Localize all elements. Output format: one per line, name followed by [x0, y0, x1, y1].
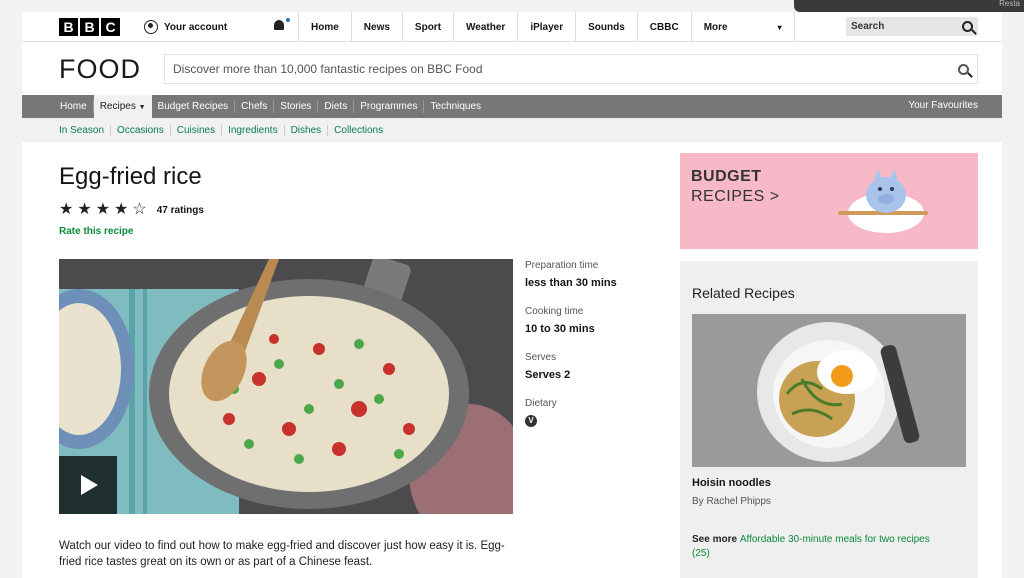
fact-label: Serves: [525, 352, 557, 363]
fact-label: Preparation time: [525, 260, 599, 271]
food-nav-techniques[interactable]: Techniques: [424, 100, 487, 113]
notification-dot: [286, 18, 290, 22]
search-icon[interactable]: [958, 63, 969, 75]
chevron-down-icon: ▾: [777, 22, 782, 32]
global-search-label: Search: [851, 21, 885, 32]
global-nav-home[interactable]: Home: [298, 12, 351, 42]
egg-fried-rice-image: [59, 259, 513, 514]
food-nav-home[interactable]: Home: [54, 100, 94, 113]
main-content: Egg-fried rice ★ ★ ★ ★ ☆ 47 ratings Rate…: [22, 142, 1002, 578]
food-nav: Home Recipes ▼ Budget Recipes Chefs Stor…: [22, 95, 1002, 118]
bbc-logo-letter: B: [59, 18, 78, 36]
bbc-global-bar: B B C Your account Home News Sport Weath…: [22, 12, 1002, 42]
global-nav-weather[interactable]: Weather: [453, 12, 517, 42]
your-favourites-link[interactable]: Your Favourites: [908, 100, 978, 111]
fact-value: less than 30 mins: [525, 277, 617, 289]
food-nav-budget-recipes[interactable]: Budget Recipes: [152, 100, 236, 113]
food-nav-programmes[interactable]: Programmes: [354, 100, 425, 113]
related-recipe-title[interactable]: Hoisin noodles: [692, 477, 771, 489]
ratings-count: 47 ratings: [156, 204, 204, 216]
recipe-facts: Preparation time less than 30 mins Cooki…: [525, 260, 665, 445]
rate-recipe-link[interactable]: Rate this recipe: [59, 226, 133, 237]
sub-nav-dishes[interactable]: Dishes: [285, 124, 329, 136]
global-nav-more[interactable]: More ▾: [690, 12, 795, 42]
see-more-prefix: See more: [692, 534, 738, 545]
recipe-title: Egg-fried rice: [59, 163, 202, 190]
fact-serves: Serves Serves 2: [525, 352, 665, 381]
food-nav-recipes-label: Recipes: [99, 101, 136, 112]
global-nav-sounds[interactable]: Sounds: [575, 12, 637, 42]
star-filled-icon: ★: [59, 201, 74, 218]
global-nav-news[interactable]: News: [350, 12, 402, 42]
fact-cooking-time: Cooking time 10 to 30 mins: [525, 306, 665, 335]
sub-nav-occasions[interactable]: Occasions: [111, 124, 171, 136]
star-filled-icon: ★: [114, 201, 129, 218]
promo-line-1: BUDGET: [691, 168, 762, 185]
food-nav-chefs[interactable]: Chefs: [235, 100, 275, 113]
related-recipe-author[interactable]: By Rachel Phipps: [692, 496, 771, 507]
recipe-video-thumbnail[interactable]: [59, 259, 513, 514]
chevron-down-icon: ▼: [138, 104, 146, 111]
star-filled-icon: ★: [95, 201, 111, 218]
star-empty-icon: ☆: [132, 201, 147, 218]
fact-label: Cooking time: [525, 306, 584, 317]
search-icon[interactable]: [962, 21, 973, 32]
related-recipes-heading: Related Recipes: [692, 285, 795, 301]
fact-dietary: Dietary V: [525, 398, 665, 428]
fact-value: 10 to 30 mins: [525, 323, 595, 335]
hoisin-noodles-image: [692, 314, 966, 467]
play-video-button[interactable]: [59, 456, 117, 514]
more-label: More: [703, 21, 728, 33]
piggy-bank-icon: [838, 169, 928, 233]
global-nav-cbbc[interactable]: CBBC: [636, 12, 691, 42]
food-header: FOOD: [22, 42, 1002, 95]
rating-stars: ★ ★ ★ ★ ☆ 47 ratings: [59, 202, 204, 218]
budget-recipes-promo[interactable]: BUDGET RECIPES >: [680, 153, 978, 249]
bbc-logo-letter: B: [80, 18, 99, 36]
recipe-search-box: [164, 54, 978, 84]
sub-nav-in-season[interactable]: In Season: [59, 124, 112, 136]
notification-bell-icon[interactable]: [274, 18, 290, 32]
promo-line-2: RECIPES >: [691, 188, 780, 205]
global-nav: Home News Sport Weather iPlayer Sounds C…: [298, 12, 795, 42]
food-logo[interactable]: FOOD: [59, 54, 141, 85]
corner-tab-label: Resta: [999, 0, 1020, 8]
browser-corner-tab[interactable]: Resta: [794, 0, 1024, 12]
see-more-text: See more Affordable 30-minute meals for …: [692, 533, 942, 561]
fact-value: Serves 2: [525, 369, 571, 381]
sub-nav-collections[interactable]: Collections: [328, 125, 389, 136]
food-nav-stories[interactable]: Stories: [274, 100, 319, 113]
account-label: Your account: [164, 21, 228, 33]
food-nav-diets[interactable]: Diets: [318, 100, 355, 113]
sub-nav-cuisines[interactable]: Cuisines: [171, 124, 223, 136]
sub-nav: In Season Occasions Cuisines Ingredients…: [22, 118, 1002, 142]
related-recipe-image[interactable]: [692, 314, 966, 467]
global-nav-sport[interactable]: Sport: [401, 12, 453, 42]
related-recipes-panel: Related Recipes Hoisin noodles By Rachel…: [680, 261, 978, 578]
recipe-search-input[interactable]: [173, 62, 933, 76]
global-nav-iplayer[interactable]: iPlayer: [517, 12, 575, 42]
food-nav-recipes[interactable]: Recipes ▼: [93, 95, 152, 118]
vegetarian-icon[interactable]: V: [525, 415, 537, 427]
account-link[interactable]: Your account: [144, 12, 227, 42]
user-icon: [144, 20, 158, 34]
fact-label: Dietary: [525, 398, 557, 409]
bbc-logo[interactable]: B B C: [59, 18, 120, 36]
star-filled-icon: ★: [77, 201, 92, 218]
sub-nav-ingredients[interactable]: Ingredients: [222, 124, 285, 136]
recipe-description: Watch our video to find out how to make …: [59, 540, 505, 568]
global-search-box[interactable]: Search: [846, 17, 978, 36]
fact-preparation-time: Preparation time less than 30 mins: [525, 260, 665, 289]
bbc-logo-letter: C: [101, 18, 120, 36]
